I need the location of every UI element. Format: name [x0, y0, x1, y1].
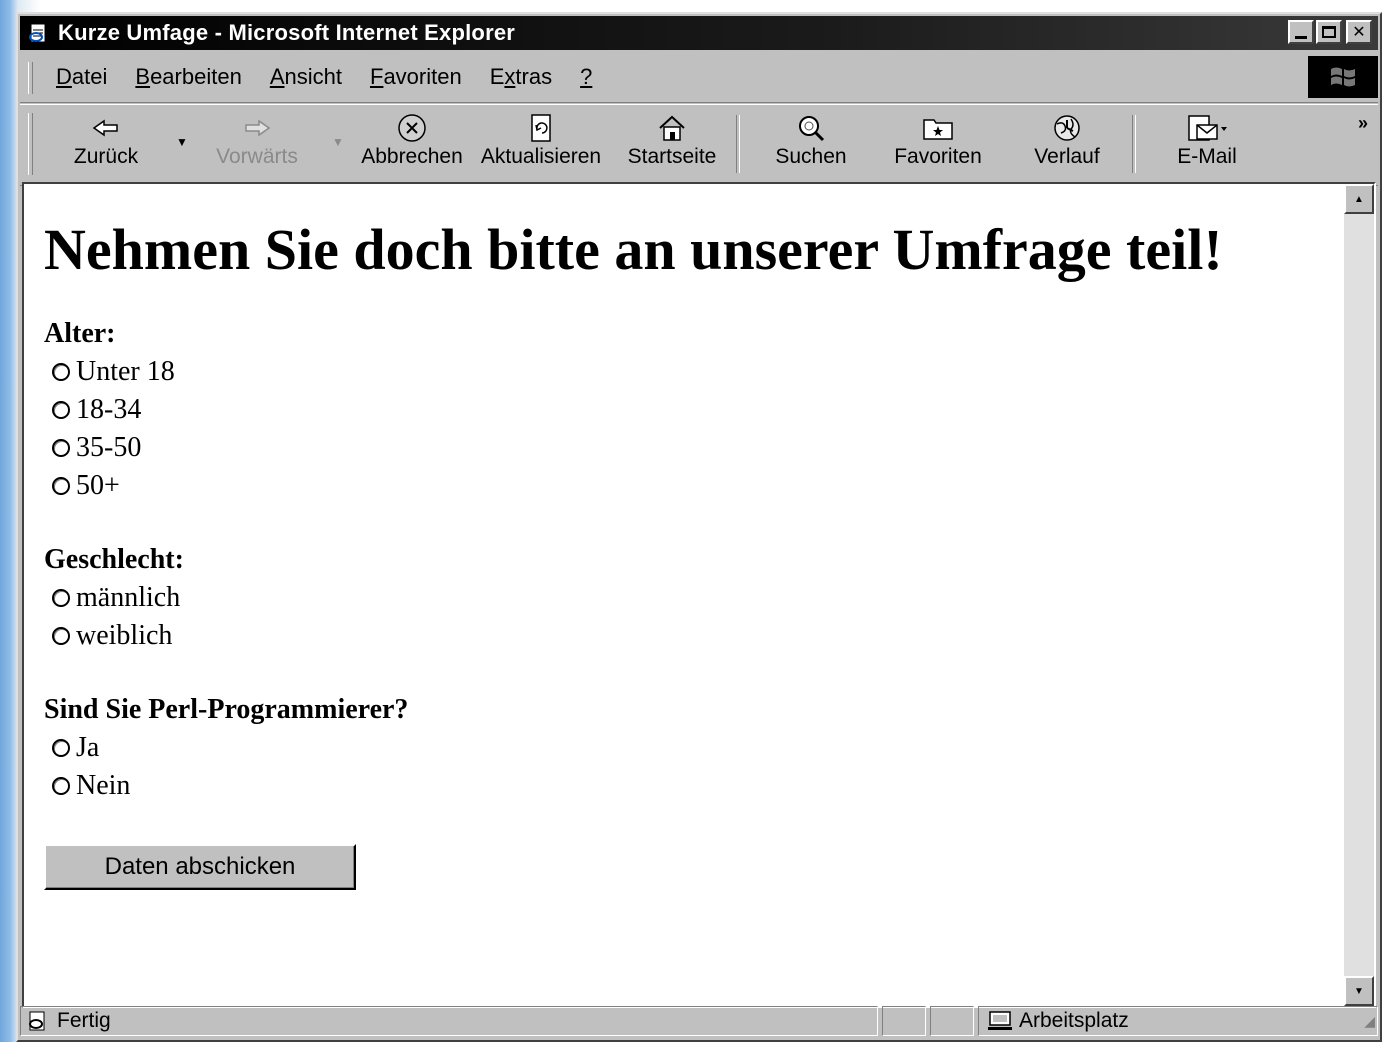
radio-button[interactable]: [52, 589, 70, 607]
menu-bearbeiten[interactable]: Bearbeiten: [135, 64, 241, 90]
back-button[interactable]: Zurück: [66, 111, 146, 177]
age-option-under-18[interactable]: Unter 18: [52, 356, 175, 388]
search-button[interactable]: Suchen: [766, 111, 856, 177]
favorites-folder-icon: [922, 111, 954, 145]
toolbar-separator: [736, 115, 740, 173]
mail-button[interactable]: E-Mail: [1164, 111, 1250, 177]
menu-favoriten[interactable]: Favoriten: [370, 64, 462, 90]
minimize-button[interactable]: [1288, 20, 1314, 44]
home-button[interactable]: Startseite: [624, 111, 720, 177]
title-bar[interactable]: Kurze Umfage - Microsoft Internet Explor…: [20, 16, 1378, 50]
scroll-down-button[interactable]: ▼: [1344, 976, 1374, 1006]
age-option-50-plus[interactable]: 50+: [52, 470, 120, 502]
toolbar-separator-2: [1132, 115, 1136, 173]
menu-extras[interactable]: Extras: [490, 64, 552, 90]
radio-button[interactable]: [52, 777, 70, 795]
history-globe-icon: [1051, 111, 1083, 145]
security-zone-panel: Arbeitsplatz ◢: [978, 1006, 1378, 1036]
forward-button[interactable]: Vorwärts: [212, 111, 302, 177]
gender-option-male[interactable]: männlich: [52, 582, 180, 614]
page-loaded-icon: [27, 1010, 49, 1032]
back-arrow-icon: [92, 111, 120, 145]
windows-logo-icon: [1308, 56, 1378, 98]
age-option-18-34[interactable]: 18-34: [52, 394, 141, 426]
scroll-up-icon: ▲: [1354, 193, 1364, 205]
favorites-button[interactable]: Favoriten: [888, 111, 988, 177]
refresh-button[interactable]: Aktualisieren: [480, 111, 602, 177]
radio-button[interactable]: [52, 363, 70, 381]
home-icon: [657, 111, 687, 145]
status-panel-empty-1: [882, 1006, 926, 1036]
menu-grip[interactable]: [28, 62, 33, 94]
menu-help[interactable]: ?: [580, 64, 592, 90]
ie-document-icon: [26, 20, 52, 46]
status-panel-empty-2: [930, 1006, 974, 1036]
radio-button[interactable]: [52, 401, 70, 419]
history-button[interactable]: Verlauf: [1024, 111, 1110, 177]
vertical-scrollbar[interactable]: ▲ ▼: [1344, 184, 1374, 1006]
minimize-icon: [1295, 35, 1307, 39]
forward-dropdown-icon[interactable]: ▼: [332, 135, 344, 149]
browser-window: Kurze Umfage - Microsoft Internet Explor…: [16, 12, 1382, 1042]
status-bar: Fertig Arbeitsplatz ◢: [20, 1004, 1378, 1038]
resize-grip-icon[interactable]: ◢: [1364, 1013, 1375, 1030]
close-icon: ✕: [1352, 22, 1366, 41]
refresh-icon: [528, 111, 554, 145]
submit-button[interactable]: Daten abschicken: [44, 844, 356, 890]
standard-toolbar: Zurück ▼ Vorwärts ▼ Abbrechen Aktualisie…: [20, 104, 1378, 186]
forward-arrow-icon: [243, 111, 271, 145]
radio-button[interactable]: [52, 627, 70, 645]
scroll-up-button[interactable]: ▲: [1344, 184, 1374, 214]
toolbar-overflow-chevron-icon[interactable]: »: [1358, 113, 1368, 134]
maximize-button[interactable]: [1316, 20, 1342, 44]
mail-icon: [1185, 111, 1229, 145]
gender-option-female[interactable]: weiblich: [52, 620, 172, 652]
perl-label: Sind Sie Perl-Programmierer?: [44, 694, 409, 725]
toolbar-grip[interactable]: [28, 113, 33, 175]
status-text-panel: Fertig: [20, 1006, 878, 1036]
scroll-down-icon: ▼: [1354, 985, 1364, 997]
status-text: Fertig: [57, 1009, 111, 1032]
close-button[interactable]: ✕: [1346, 20, 1372, 44]
age-label: Alter:: [44, 318, 116, 349]
radio-button[interactable]: [52, 477, 70, 495]
window-title: Kurze Umfage - Microsoft Internet Explor…: [58, 20, 516, 45]
perl-option-no[interactable]: Nein: [52, 770, 130, 802]
zone-label: Arbeitsplatz: [1019, 1009, 1129, 1032]
stop-icon: [397, 111, 427, 145]
search-icon: [795, 111, 827, 145]
back-dropdown-icon[interactable]: ▼: [176, 135, 188, 149]
computer-icon: [987, 1010, 1013, 1032]
content-frame: Nehmen Sie doch bitte an unserer Umfrage…: [22, 182, 1376, 1008]
gender-label: Geschlecht:: [44, 544, 184, 575]
perl-option-yes[interactable]: Ja: [52, 732, 99, 764]
menu-ansicht[interactable]: Ansicht: [270, 64, 342, 90]
stop-button[interactable]: Abbrechen: [360, 111, 464, 177]
radio-button[interactable]: [52, 739, 70, 757]
maximize-icon: [1322, 26, 1336, 38]
age-option-35-50[interactable]: 35-50: [52, 432, 141, 464]
menu-bar: Datei Bearbeiten Ansicht Favoriten Extra…: [20, 54, 1378, 103]
page-title: Nehmen Sie doch bitte an unserer Umfrage…: [44, 217, 1223, 282]
menu-datei[interactable]: Datei: [56, 64, 107, 90]
page-content: Nehmen Sie doch bitte an unserer Umfrage…: [24, 184, 1344, 1006]
radio-button[interactable]: [52, 439, 70, 457]
